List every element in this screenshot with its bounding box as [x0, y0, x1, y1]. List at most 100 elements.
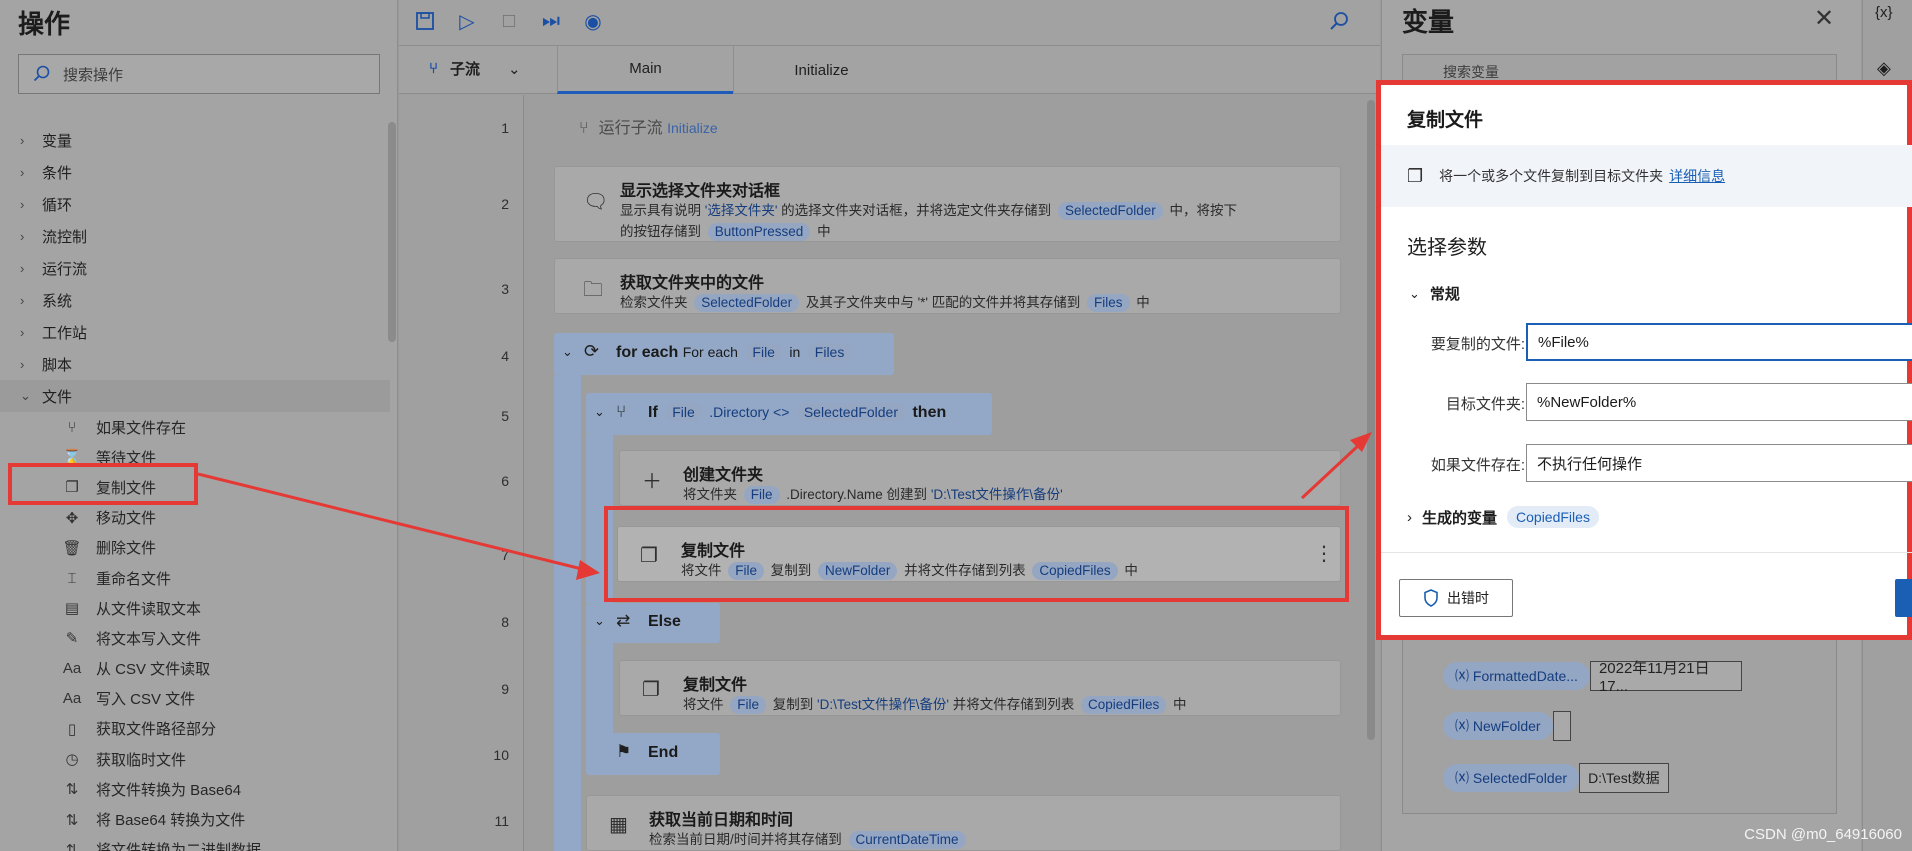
variable-token: SelectedFolder [796, 403, 906, 421]
tab-initialize[interactable]: Initialize [733, 46, 909, 94]
category-variables[interactable]: › 变量 [20, 124, 390, 156]
action-write-text[interactable]: ✎ 将文本写入文件 [20, 623, 390, 653]
step-description: 将文件 File 复制到 'D:\Test文件操作\备份' 并将文件存储到列表 … [683, 694, 1187, 715]
copy-file-dialog: 复制文件 ❐ 将一个或多个文件复制到目标文件夹 详细信息 选择参数 ⌄ 常规 要… [1376, 80, 1912, 640]
step-else[interactable]: ⌄ ⇄ Else [586, 603, 720, 643]
variable-token: SelectedFolder [1057, 202, 1163, 220]
close-icon[interactable]: ✕ [1814, 4, 1834, 33]
action-move-file[interactable]: ✥ 移动文件 [20, 503, 390, 533]
desc-text: 复制到 [769, 697, 818, 712]
category-run-flow[interactable]: › 运行流 [20, 252, 390, 284]
category-system[interactable]: › 系统 [20, 284, 390, 316]
actions-title: 操作 [18, 9, 71, 39]
action-label: 获取文件路径部分 [96, 721, 217, 739]
action-read-csv[interactable]: Aa 从 CSV 文件读取 [20, 654, 390, 684]
on-error-label: 出错时 [1447, 590, 1489, 606]
step-end[interactable]: ⚑ End [586, 733, 720, 775]
category-workstation[interactable]: › 工作站 [20, 316, 390, 348]
subflows-dropdown[interactable]: ⑂ 子流 ⌄ [429, 58, 521, 79]
category-label: 变量 [42, 132, 73, 150]
step-for-each[interactable]: ⌄ ⟳ for each For each File in Files [554, 333, 894, 375]
category-flow-control[interactable]: › 流控制 [20, 220, 390, 252]
step-description: 将文件夹 File .Directory.Name 创建到 'D:\Test文件… [683, 484, 1063, 505]
step-folder-dialog[interactable]: 🗨 显示选择文件夹对话框 显示具有说明 '选择文件夹' 的选择文件夹对话框，并将… [554, 166, 1341, 242]
desc-text: 的按钮存储到 [620, 224, 705, 239]
convert-icon: ⇅ [65, 841, 79, 851]
tab-main[interactable]: Main [557, 46, 733, 94]
save-button[interactable] [407, 4, 443, 38]
action-get-path-part[interactable]: ▯ 获取文件路径部分 [20, 714, 390, 744]
run-button[interactable]: ▷ [449, 4, 485, 38]
record-button[interactable]: ◉ [575, 4, 611, 38]
save-button[interactable] [1895, 579, 1912, 617]
layers-icon[interactable]: ◈ [1877, 58, 1891, 79]
step-get-datetime[interactable]: ▦ 获取当前日期和时间 检索当前日期/时间并将其存储到 CurrentDateT… [586, 795, 1341, 851]
action-label: 从文件读取文本 [96, 600, 202, 618]
action-get-temp-file[interactable]: ◷ 获取临时文件 [20, 744, 390, 774]
action-delete-file[interactable]: 🗑 删除文件 [20, 533, 390, 563]
step-run-subflow[interactable]: ⑂ 运行子流 Initialize [579, 114, 718, 138]
category-label: 脚本 [42, 356, 73, 374]
line-number: 9 [501, 681, 509, 697]
generated-variable-chip[interactable]: CopiedFiles [1507, 506, 1599, 528]
dialog-divider [1381, 552, 1912, 553]
action-label: 将 Base64 转换为文件 [96, 812, 246, 830]
step-button[interactable]: ⏭ [533, 4, 569, 38]
action-write-csv[interactable]: Aa 写入 CSV 文件 [20, 684, 390, 714]
category-file[interactable]: ⌄ 文件 [0, 380, 390, 412]
on-error-button[interactable]: 出错时 [1399, 579, 1513, 617]
actions-search-input[interactable]: 搜索操作 [18, 54, 380, 94]
designer-search-button[interactable] [1321, 4, 1357, 38]
field-label: 如果文件存在: [1430, 457, 1525, 474]
category-label: 循环 [42, 196, 73, 214]
action-file-to-binary[interactable]: ⇅ 将文件转换为二进制数据 [20, 835, 390, 851]
designer-toolbar: ▷ □ ⏭ ◉ [399, 0, 1380, 46]
category-label: 系统 [42, 292, 73, 310]
if-branch-icon: ⑂ [616, 402, 627, 421]
generated-label: 生成的变量 [1422, 509, 1498, 527]
step-description: 检索文件夹 SelectedFolder 及其子文件夹中与 '*' 匹配的文件并… [620, 292, 1150, 313]
step-get-files[interactable]: 🗀 获取文件夹中的文件 检索文件夹 SelectedFolder 及其子文件夹中… [554, 258, 1341, 314]
action-base64-to-file[interactable]: ⇅ 将 Base64 转换为文件 [20, 804, 390, 834]
designer-scrollbar[interactable] [1367, 100, 1375, 740]
variable-row[interactable]: ⒳ NewFolder [1443, 711, 1571, 741]
generated-variables-toggle[interactable]: › 生成的变量 CopiedFiles [1407, 506, 1599, 528]
action-label: 写入 CSV 文件 [96, 691, 196, 709]
keyword: for each [616, 344, 679, 361]
category-scripting[interactable]: › 脚本 [20, 348, 390, 380]
stop-icon: □ [502, 9, 516, 32]
variables-rail-button[interactable]: {x} [1875, 4, 1893, 21]
text-aa-icon: Aa [62, 690, 82, 708]
step-if[interactable]: ⌄ ⑂ If File .Directory <> SelectedFolder… [586, 393, 992, 435]
folder-files-icon: 🗀 [583, 279, 603, 301]
watermark: CSDN @m0_64916060 [1744, 826, 1902, 843]
general-group-toggle[interactable]: ⌄ 常规 [1409, 283, 1460, 304]
record-icon: ◉ [584, 10, 602, 33]
save-icon [416, 12, 434, 30]
variable-row[interactable]: ⒳ SelectedFolder D:\Test数据 [1443, 763, 1670, 793]
variable-row[interactable]: ⒳ FormattedDate... 2022年11月21日 17... [1443, 660, 1742, 695]
action-read-text[interactable]: ▤ 从文件读取文本 [20, 593, 390, 623]
chevron-right-icon: › [20, 260, 25, 276]
field-label: 要复制的文件: [1430, 336, 1525, 353]
step-copy-file-else[interactable]: ❐ 复制文件 将文件 File 复制到 'D:\Test文件操作\备份' 并将文… [619, 660, 1341, 716]
step-create-folder[interactable]: ＋ 创建文件夹 将文件夹 File .Directory.Name 创建到 'D… [619, 450, 1341, 506]
chevron-right-icon: › [20, 292, 25, 308]
category-loops[interactable]: › 循环 [20, 188, 390, 220]
step-title: 运行子流 [598, 120, 663, 137]
action-file-to-base64[interactable]: ⇅ 将文件转换为 Base64 [20, 774, 390, 804]
else-body-bar [586, 643, 613, 735]
action-rename-file[interactable]: ⌶ 重命名文件 [20, 563, 390, 593]
stop-button[interactable]: □ [491, 4, 527, 38]
action-if-file-exists[interactable]: ⑂ 如果文件存在 [20, 412, 390, 442]
files-to-copy-input[interactable]: %File% [1526, 323, 1912, 361]
group-label: 常规 [1429, 286, 1460, 303]
destination-folder-input[interactable]: %NewFolder% [1526, 383, 1912, 421]
action-label: 重命名文件 [96, 570, 172, 588]
flow-designer: ▷ □ ⏭ ◉ ⑂ 子流 ⌄ Main Initialize 1 2 3 4 5… [399, 0, 1380, 851]
step-title: 显示选择文件夹对话框 [620, 183, 781, 200]
category-conditions[interactable]: › 条件 [20, 156, 390, 188]
more-info-link[interactable]: 详细信息 [1669, 166, 1725, 186]
if-file-exists-select[interactable]: 不执行任何操作 [1526, 444, 1912, 482]
keyword: then [912, 404, 947, 421]
